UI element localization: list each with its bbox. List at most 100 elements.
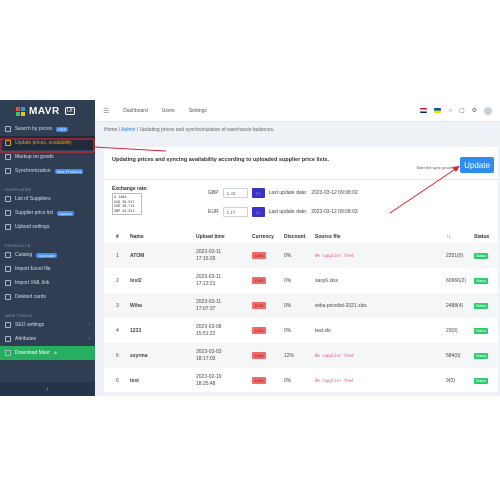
cell-currency: EUR — [252, 268, 267, 293]
status-badge[interactable]: Status — [474, 377, 489, 384]
rate-date-label: Last update date: — [268, 190, 308, 196]
cell-name[interactable]: Wiha — [130, 293, 142, 318]
cell-date: 2023-02-19 — [196, 373, 222, 380]
rate-input[interactable]: 1.17 — [222, 207, 248, 217]
status-badge[interactable]: Status — [474, 352, 489, 359]
section-title-products: PRODUCTS — [5, 243, 31, 248]
status-badge[interactable]: Status — [474, 302, 489, 309]
sidebar-item-label: Update prices, availability — [15, 140, 72, 146]
download-sup: UI — [53, 351, 58, 355]
sidebar-item-download-mavr[interactable]: Download Mavr UI — [0, 346, 95, 360]
cell-source: 0% supplier feed — [315, 353, 354, 358]
sidebar-item-label: Download Mavr — [15, 350, 50, 356]
rate-currency: GBP — [208, 190, 219, 196]
sidebar-item-import-xml[interactable]: Import XML link — [0, 276, 95, 290]
col-discount[interactable]: Discount — [284, 231, 305, 243]
cell-source: 0% supplier feed — [315, 253, 354, 258]
cell-name[interactable]: ssyrma — [130, 343, 148, 368]
message-icon[interactable]: ▢ — [459, 107, 465, 114]
rate-date: 2023-03-12 09:08:03 — [311, 209, 358, 215]
section-title-web-tools: WEB TOOLS — [5, 313, 33, 318]
sidebar-item-synchronization[interactable]: Synchronization New Products — [0, 164, 95, 178]
rate-refresh-button[interactable]: ↑↓ — [251, 188, 265, 198]
cell-time: 17:07:37 — [196, 305, 216, 312]
xml-icon — [5, 280, 11, 286]
sidebar: MAVR UI Search by prices PRF Update pric… — [0, 100, 95, 396]
col-sort[interactable]: ↑↓ — [446, 231, 451, 243]
table-row[interactable]: 5 ssyrma 2023-03-03 18:17:03 UAH 12% 0% s… — [104, 343, 498, 368]
cell-status: Status — [474, 293, 489, 318]
rate-refresh-button[interactable]: ↑↓ — [251, 207, 265, 217]
sidebar-item-update-prices[interactable]: Update prices, availability — [0, 136, 95, 150]
rate-row-gbp: GBP 1.43 ↑↓ Last update date: 2023-03-12… — [208, 188, 358, 198]
cell-discount: 0% — [284, 302, 292, 309]
sidebar-collapse-button[interactable]: ‹ — [0, 382, 95, 396]
app-window: MAVR UI Search by prices PRF Update pric… — [0, 100, 500, 396]
currency-tag: EUR — [252, 277, 267, 284]
table-row[interactable]: 3 Wiha 2023-03-11 17:07:37 EUR 0% wiha-pr… — [104, 293, 498, 318]
cell-discount: 0% — [284, 327, 292, 334]
col-name[interactable]: Name — [130, 231, 144, 243]
cell-count: 2488(4) — [446, 302, 464, 309]
status-badge[interactable]: Status — [474, 327, 489, 334]
sidebar-item-upload-settings[interactable]: Upload settings — [0, 220, 95, 234]
cell-time: 18:17:03 — [196, 355, 216, 362]
cell-upload-time: 2023-03-11 17:15:26 — [196, 243, 221, 268]
cell-num: 6 — [116, 377, 119, 384]
cell-upload-time: 2023-03-08 15:51:22 — [196, 318, 222, 343]
logo-icon — [16, 106, 25, 116]
table-row[interactable]: 6 test 2023-02-19 18:25:48 UAH 0% 0% supp… — [104, 368, 498, 393]
cell-status: Status — [474, 343, 489, 368]
sync-label: Start the sync process — [416, 165, 456, 170]
status-badge[interactable]: Status — [474, 277, 489, 284]
breadcrumb-admin[interactable]: Admin — [121, 127, 135, 133]
sidebar-item-label: Attributes — [15, 336, 37, 342]
col-upload-time[interactable]: Upload time — [196, 231, 225, 243]
currency-tag: UAH — [252, 377, 267, 384]
rate-date: 2023-03-12 09:08:02 — [311, 190, 358, 196]
sync-icon — [5, 168, 11, 174]
sidebar-item-seo-settings[interactable]: SEO settings › — [0, 318, 95, 332]
table-row[interactable]: 4 1233 2023-03-08 15:51:22 USD 0% test.xl… — [104, 318, 498, 343]
sidebar-badge: PRF — [56, 126, 69, 132]
sidebar-item-supplier-price-list[interactable]: Supplier price list Upload — [0, 206, 95, 220]
cell-discount: 0% — [284, 252, 292, 259]
bell-icon[interactable]: ○ — [448, 108, 452, 114]
table-row[interactable]: 2 test2 2023-03-11 17:12:21 EUR 0% sasy6.… — [104, 268, 498, 293]
cell-name[interactable]: test — [130, 368, 139, 393]
tool-icon[interactable]: ⚙ — [472, 107, 477, 114]
status-badge[interactable]: Status — [474, 252, 489, 259]
col-source-file[interactable]: Source file — [315, 231, 341, 243]
cell-name[interactable]: ATOM — [130, 243, 144, 268]
cell-date: 2023-03-08 — [196, 323, 222, 330]
topnav-settings[interactable]: Settings — [189, 108, 207, 114]
topnav-users[interactable]: Users — [162, 108, 175, 114]
sidebar-item-search-by-prices[interactable]: Search by prices PRF — [0, 122, 95, 136]
cell-count: 2251(0) — [446, 252, 464, 259]
flag-uk-icon[interactable] — [420, 108, 428, 113]
avatar[interactable] — [484, 106, 492, 115]
sidebar-item-catalog[interactable]: Catalog Opencart — [0, 248, 95, 262]
sidebar-item-attributes[interactable]: Attributes › — [0, 332, 95, 346]
cell-currency: UAH — [252, 343, 267, 368]
table-row[interactable]: 1 ATOM 2023-03-11 17:15:26 UAH 0% 0% supp… — [104, 243, 498, 268]
col-currency[interactable]: Currency — [252, 231, 274, 243]
logo[interactable]: MAVR UI — [0, 100, 95, 122]
sidebar-item-markup[interactable]: Markup on goods — [0, 150, 95, 164]
cell-source: sasy6.xlsx — [315, 277, 339, 284]
sidebar-item-deleted-cards[interactable]: Deleted cards — [0, 290, 95, 304]
sidebar-item-list-of-suppliers[interactable]: List of Suppliers — [0, 192, 95, 206]
excel-icon — [5, 266, 11, 272]
rate-input[interactable]: 1.43 — [222, 188, 248, 198]
topnav-dashboard[interactable]: Dashboard — [123, 108, 147, 114]
cell-upload-time: 2023-03-03 18:17:03 — [196, 343, 222, 368]
sidebar-item-import-excel[interactable]: Import Excel file — [0, 262, 95, 276]
cell-name[interactable]: test2 — [130, 268, 142, 293]
breadcrumb-home[interactable]: Home — [104, 127, 117, 133]
cell-time: 17:15:26 — [196, 255, 216, 262]
menu-icon[interactable]: ☰ — [103, 107, 109, 115]
flag-ua-icon[interactable] — [434, 108, 442, 113]
cell-name[interactable]: 1233 — [130, 318, 141, 343]
cell-discount: 0% — [284, 277, 292, 284]
update-button[interactable]: Update — [460, 157, 494, 173]
